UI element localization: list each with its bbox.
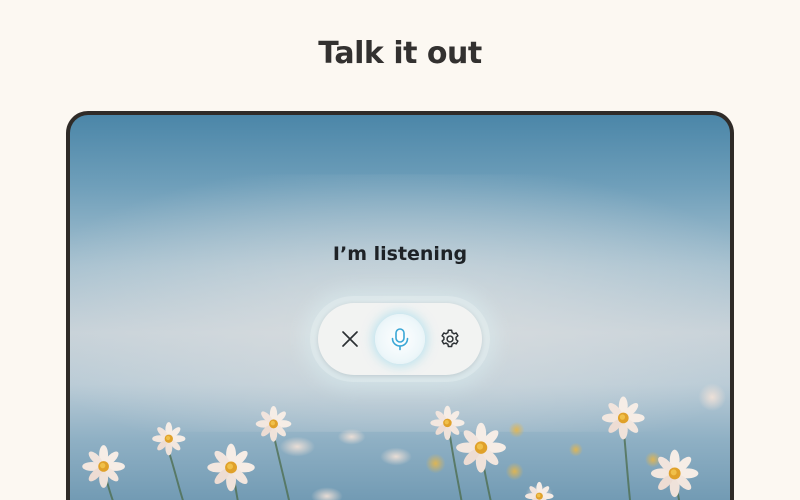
microphone-icon bbox=[391, 328, 409, 351]
device-frame: I’m listening bbox=[66, 111, 734, 500]
listening-status: I’m listening bbox=[332, 243, 468, 265]
voice-control-bar bbox=[318, 303, 482, 375]
close-icon bbox=[342, 331, 358, 347]
page-headline: Talk it out bbox=[318, 36, 482, 71]
page: Talk it out I’m listening bbox=[0, 0, 800, 500]
gear-icon bbox=[441, 329, 459, 348]
close-button[interactable] bbox=[326, 315, 374, 363]
microphone-button[interactable] bbox=[375, 314, 425, 364]
settings-button[interactable] bbox=[426, 315, 474, 363]
